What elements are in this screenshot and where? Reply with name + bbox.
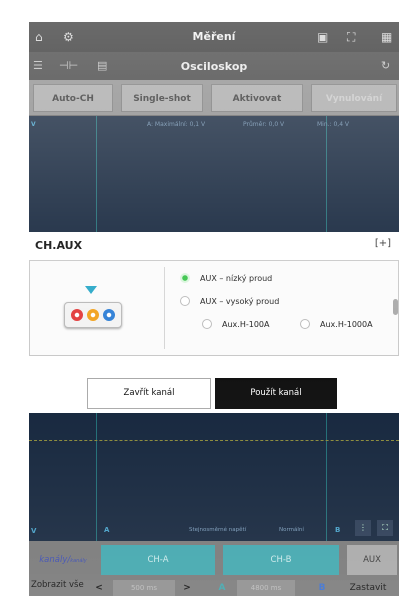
auto-ch-button[interactable]: Auto-CH [33, 84, 113, 112]
grid-line [96, 413, 97, 541]
option-aux-high-label: AUX – vysoký proud [200, 297, 280, 306]
channels-button[interactable]: kanály/kanály [31, 545, 95, 575]
grid-line [326, 116, 327, 232]
scope-display-top[interactable]: V A: Maximální: 0,1 V Průměr: 0,0 V Min.… [29, 116, 399, 232]
prev-button[interactable]: < [91, 580, 107, 596]
reset-button[interactable]: Vynulování [311, 84, 397, 112]
apply-channel-button[interactable]: Použít kanál [215, 378, 337, 409]
connector-icon [64, 302, 122, 328]
trigger-mode-status[interactable]: Normální [279, 527, 304, 533]
stop-button[interactable]: Zastavit [339, 580, 397, 596]
settings-toggle-icon[interactable]: ⋮ [355, 520, 371, 536]
cursor-b-marker[interactable]: B [335, 526, 340, 534]
grid-line [96, 116, 97, 232]
next-button[interactable]: > [179, 580, 195, 596]
show-all-button[interactable]: Zobrazit vše [31, 580, 89, 596]
grid-icon[interactable]: ▦ [381, 30, 392, 44]
coupling-status[interactable]: Stejnosměrné napětí [189, 527, 246, 533]
signal-trace [29, 440, 399, 441]
fullscreen-icon[interactable]: ⛶ [347, 30, 355, 45]
radio-aux-h1000[interactable] [300, 319, 310, 329]
screen-title: Osciloskop [180, 60, 248, 73]
activate-button[interactable]: Aktivovat [211, 84, 303, 112]
mode-toolbar: Auto-CH Single-shot Aktivovat Vynulování [29, 80, 399, 116]
top-bar: ⌂ ⚙ Měření ▣ ⛶ ▦ [29, 22, 399, 52]
cursor-b-label: B [318, 583, 326, 593]
scope-unit-label: V [31, 527, 37, 535]
channel-aux-button[interactable]: AUX [347, 545, 397, 575]
option-aux-low-label: AUX – nízký proud [200, 274, 273, 283]
dialog-panel: AUX – nízký proud AUX – vysoký proud Aux… [29, 260, 399, 356]
scope-avg-readout: Průměr: 0,0 V [243, 121, 285, 128]
channels-sub-label: kanály [70, 558, 87, 564]
jack-red-icon [71, 309, 83, 321]
scope-min-readout: Min.: 0,4 V [317, 121, 350, 128]
document-icon[interactable]: ▣ [317, 30, 328, 44]
photo-frame: ⌂ ⚙ Měření ▣ ⛶ ▦ ☰ ⊣⊢ ▤ Osciloskop ↻ Aut… [0, 0, 406, 604]
dialog-title: CH.AUX [35, 239, 83, 252]
close-channel-button[interactable]: Zavřít kanál [87, 378, 211, 409]
channels-label: kanály/ [39, 555, 71, 565]
scrollbar[interactable] [393, 299, 398, 315]
radio-aux-low[interactable] [180, 273, 190, 283]
channel-dialog: CH.AUX [+] AUX – nízký proud AUX – vysok… [29, 232, 399, 413]
refresh-icon[interactable]: ↻ [381, 59, 390, 72]
indicator-triangle-icon [85, 286, 97, 294]
jack-orange-icon [87, 309, 99, 321]
device-screen: ⌂ ⚙ Měření ▣ ⛶ ▦ ☰ ⊣⊢ ▤ Osciloskop ↻ Aut… [29, 22, 399, 596]
cursor-a-value-field[interactable]: 4800 ms [237, 580, 295, 596]
single-shot-button[interactable]: Single-shot [121, 84, 203, 112]
radio-aux-high[interactable] [180, 296, 190, 306]
cursor-a-marker[interactable]: A [104, 526, 109, 534]
option-aux-h100-label: Aux.H-100A [222, 320, 270, 329]
channel-a-button[interactable]: CH-A [101, 545, 215, 575]
radio-aux-h100[interactable] [202, 319, 212, 329]
grid-line [326, 413, 327, 541]
panel-divider [164, 267, 165, 349]
jack-blue-icon [103, 309, 115, 321]
scope-display-bottom[interactable]: V A Stejnosměrné napětí Normální B ⋮ ⛶ [29, 413, 399, 541]
scope-max-readout: A: Maximální: 0,1 V [147, 121, 206, 128]
timebase-a-field[interactable]: 500 ms [113, 580, 175, 596]
app-title: Měření [192, 30, 236, 43]
expand-scope-icon[interactable]: ⛶ [377, 520, 393, 536]
cursor-a-label: A [218, 583, 226, 593]
scope-unit-label: V [31, 121, 36, 128]
bottom-toolbar: Zobrazit vše < 500 ms > A 4800 ms B Zast… [29, 580, 399, 596]
channel-row: kanály/kanály CH-A CH-B AUX [29, 541, 399, 580]
sub-bar: ☰ ⊣⊢ ▤ Osciloskop ↻ [29, 52, 399, 80]
expand-icon[interactable]: [+] [375, 238, 391, 249]
option-aux-h1000-label: Aux.H-1000A [320, 320, 373, 329]
channel-b-button[interactable]: CH-B [223, 545, 339, 575]
